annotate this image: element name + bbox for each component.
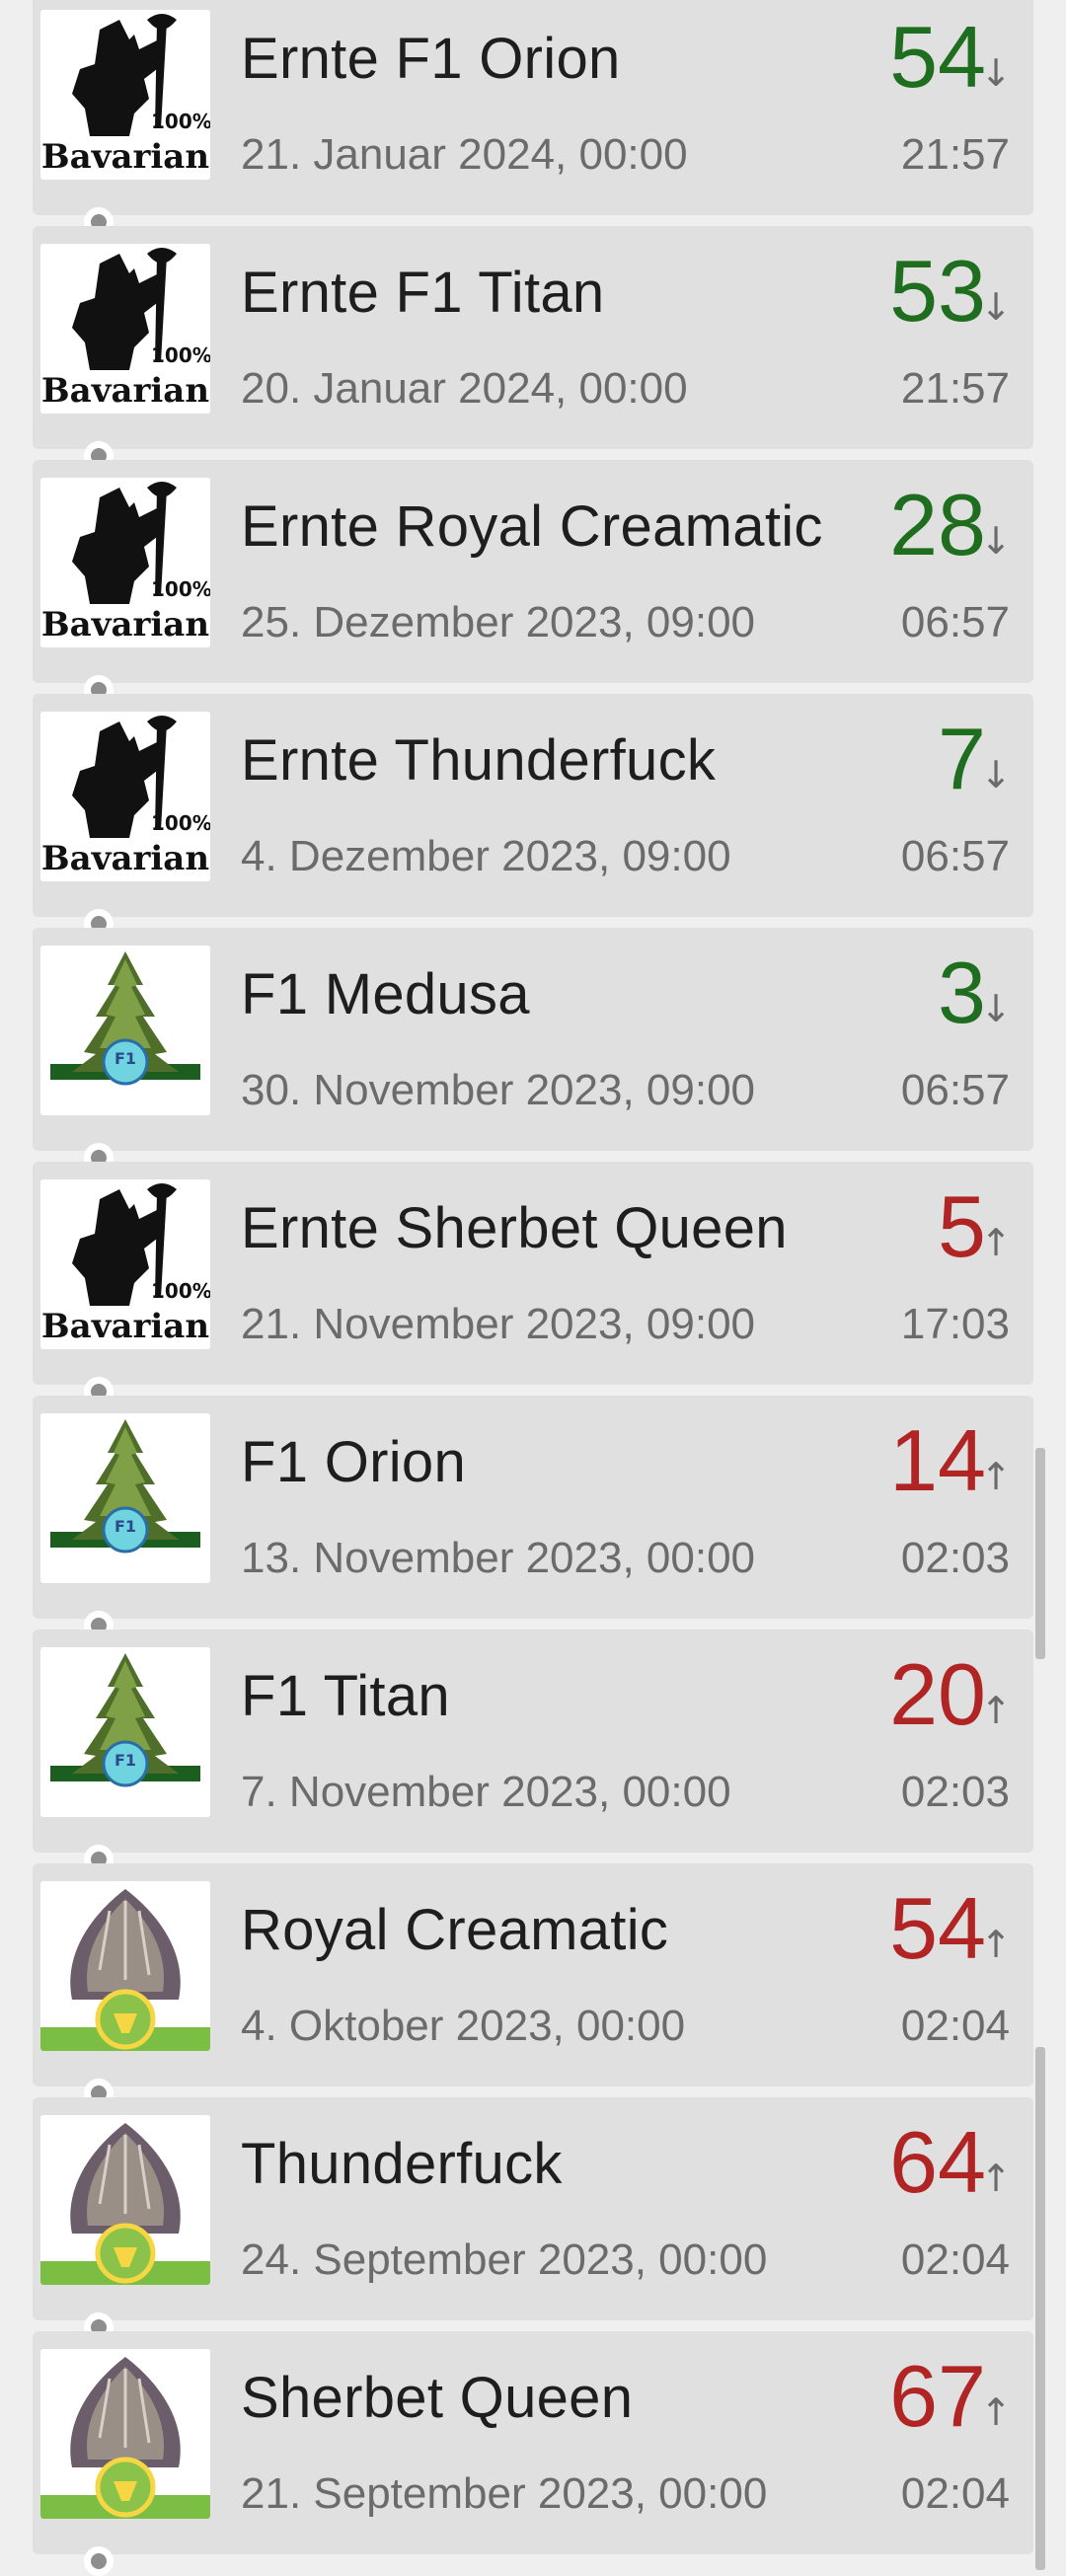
item-title: F1 Titan xyxy=(241,1664,450,1728)
item-count: 67 xyxy=(889,2347,986,2445)
bavarian-logo-image: 100% Bavarian xyxy=(40,1179,210,1349)
list-item[interactable]: 100% Bavarian Ernte Royal Creamatic 25. D… xyxy=(33,460,1033,683)
item-count: 14 xyxy=(889,1411,986,1509)
item-time: 17:03 xyxy=(900,1300,1010,1348)
svg-text:100%: 100% xyxy=(151,811,210,835)
item-count: 54 xyxy=(889,1879,986,1977)
scrollbar-thumb-lower[interactable] xyxy=(1035,2047,1045,2570)
item-date: 20. Januar 2024, 00:00 xyxy=(241,364,688,413)
arrow-up-icon: ↑ xyxy=(980,2390,1012,2434)
svg-text:Bavarian: Bavarian xyxy=(41,137,209,177)
item-date: 13. November 2023, 00:00 xyxy=(241,1534,756,1582)
item-time: 02:04 xyxy=(900,2002,1010,2050)
item-time: 02:04 xyxy=(900,2469,1010,2518)
item-count: 7 xyxy=(938,710,986,807)
svg-text:Bavarian: Bavarian xyxy=(41,1307,209,1346)
item-time: 06:57 xyxy=(900,832,1010,880)
item-count: 53 xyxy=(889,242,986,340)
plant-image xyxy=(40,1881,210,2051)
arrow-down-icon: ↓ xyxy=(980,519,1012,563)
item-count: 5 xyxy=(938,1177,986,1275)
item-date: 7. November 2023, 00:00 xyxy=(241,1768,731,1816)
arrow-up-icon: ↑ xyxy=(980,1923,1012,1966)
plant-image xyxy=(40,2349,210,2519)
item-title: Ernte Thunderfuck xyxy=(241,728,717,793)
list-item[interactable]: Sherbet Queen 21. September 2023, 00:00 67… xyxy=(33,2331,1033,2554)
plant-image: F1 xyxy=(40,946,210,1115)
list-item[interactable]: 100% Bavarian Ernte Sherbet Queen 21. Nov… xyxy=(33,1162,1033,1385)
item-title: Ernte Sherbet Queen xyxy=(241,1196,788,1260)
item-date: 21. September 2023, 00:00 xyxy=(241,2469,768,2518)
list-item[interactable]: F1 F1 Titan 7. November 2023, 00:00 20 ↑ 02:… xyxy=(33,1629,1033,1853)
item-count: 20 xyxy=(889,1645,986,1743)
bavarian-logo-image: 100% Bavarian xyxy=(40,478,210,647)
item-count: 64 xyxy=(889,2113,986,2211)
item-date: 21. Januar 2024, 00:00 xyxy=(241,130,688,179)
bavarian-logo-image: 100% Bavarian xyxy=(40,10,210,180)
item-time: 06:57 xyxy=(900,598,1010,646)
arrow-down-icon: ↓ xyxy=(980,285,1012,329)
list-item[interactable]: Thunderfuck 24. September 2023, 00:00 64 ↑ 0… xyxy=(33,2097,1033,2320)
item-title: Sherbet Queen xyxy=(241,2366,634,2430)
item-title: Ernte F1 Titan xyxy=(241,261,605,325)
item-count: 3 xyxy=(938,944,986,1041)
item-count: 54 xyxy=(889,8,986,106)
arrow-up-icon: ↑ xyxy=(980,1221,1012,1264)
svg-text:F1: F1 xyxy=(114,1751,136,1770)
arrow-up-icon: ↑ xyxy=(980,2157,1012,2200)
svg-text:100%: 100% xyxy=(151,1279,210,1303)
item-title: Royal Creamatic xyxy=(241,1898,669,1962)
plant-image: F1 xyxy=(40,1647,210,1817)
item-time: 21:57 xyxy=(900,364,1010,413)
item-date: 4. Dezember 2023, 09:00 xyxy=(241,832,731,880)
arrow-up-icon: ↑ xyxy=(980,1689,1012,1732)
svg-text:Bavarian: Bavarian xyxy=(41,371,209,411)
list-item[interactable]: Royal Creamatic 4. Oktober 2023, 00:00 54 ↑… xyxy=(33,1863,1033,2086)
item-time: 02:04 xyxy=(900,2235,1010,2284)
item-title: F1 Medusa xyxy=(241,962,530,1026)
svg-text:100%: 100% xyxy=(151,343,210,367)
svg-text:F1: F1 xyxy=(114,1049,136,1068)
plant-image xyxy=(40,2115,210,2285)
list-item[interactable]: F1 F1 Orion 13. November 2023, 00:00 14 ↑ 02… xyxy=(33,1396,1033,1619)
item-time: 06:57 xyxy=(900,1066,1010,1114)
item-time: 02:03 xyxy=(900,1768,1010,1816)
item-date: 21. November 2023, 09:00 xyxy=(241,1300,756,1348)
item-title: F1 Orion xyxy=(241,1430,467,1494)
arrow-down-icon: ↓ xyxy=(980,753,1012,796)
scrollbar-thumb-upper[interactable] xyxy=(1035,1448,1045,1659)
list-item[interactable]: F1 F1 Medusa 30. November 2023, 09:00 3 ↓ 06… xyxy=(33,928,1033,1151)
svg-text:F1: F1 xyxy=(114,1517,136,1536)
item-title: Ernte F1 Orion xyxy=(241,27,621,91)
item-title: Thunderfuck xyxy=(241,2132,563,2196)
item-title: Ernte Royal Creamatic xyxy=(241,494,823,559)
arrow-up-icon: ↑ xyxy=(980,1455,1012,1498)
item-date: 24. September 2023, 00:00 xyxy=(241,2235,768,2284)
item-date: 25. Dezember 2023, 09:00 xyxy=(241,598,756,646)
plant-image: F1 xyxy=(40,1413,210,1583)
item-date: 4. Oktober 2023, 00:00 xyxy=(241,2002,686,2050)
list-item[interactable]: 100% Bavarian Ernte F1 Orion 21. Januar 2… xyxy=(33,0,1033,215)
list-item[interactable]: 100% Bavarian Ernte F1 Titan 20. Januar 2… xyxy=(33,226,1033,449)
arrow-down-icon: ↓ xyxy=(980,51,1012,95)
item-time: 21:57 xyxy=(900,130,1010,179)
item-date: 30. November 2023, 09:00 xyxy=(241,1066,756,1114)
timeline-dot xyxy=(84,2546,114,2576)
arrow-down-icon: ↓ xyxy=(980,987,1012,1030)
svg-text:100%: 100% xyxy=(151,110,210,133)
svg-text:100%: 100% xyxy=(151,577,210,601)
svg-text:Bavarian: Bavarian xyxy=(41,839,209,878)
bavarian-logo-image: 100% Bavarian xyxy=(40,244,210,414)
svg-text:Bavarian: Bavarian xyxy=(41,605,209,644)
item-count: 28 xyxy=(889,476,986,573)
list-item[interactable]: 100% Bavarian Ernte Thunderfuck 4. Dezemb… xyxy=(33,694,1033,917)
bavarian-logo-image: 100% Bavarian xyxy=(40,712,210,881)
item-time: 02:03 xyxy=(900,1534,1010,1582)
